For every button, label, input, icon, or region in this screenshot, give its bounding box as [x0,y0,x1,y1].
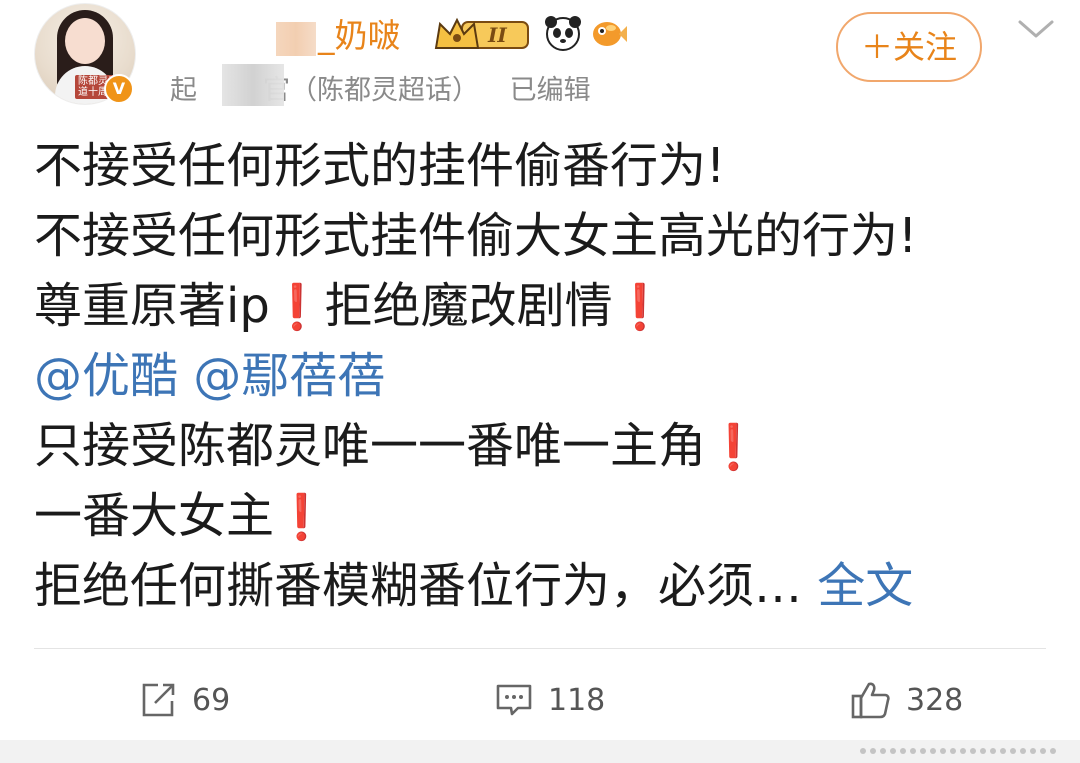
exclamation-emoji-icon: ❗ [269,282,325,333]
read-more-link[interactable]: 全文 [817,558,913,614]
verified-v-icon: V [104,74,134,104]
comment-icon [496,684,532,716]
panda-emoji-icon [545,16,581,51]
author-name[interactable]: _奶啵 [318,14,401,58]
post-line-6: 一番大女主❗ [34,481,1054,551]
post-actions: 69 118 328 [0,670,1080,730]
post-line-5: 只接受陈都灵唯一一番唯一主角❗ [34,411,1054,481]
post-text: 拒绝任何撕番模糊番位行为，必须… [34,558,803,614]
post-line-2: 不接受任何形式挂件偷大女主高光的行为! [34,201,1054,271]
like-count: 328 [906,682,964,718]
divider [34,648,1046,649]
post-body: 不接受任何形式的挂件偷番行为! 不接受任何形式挂件偷大女主高光的行为! 尊重原著… [34,131,1054,621]
post-line-1: 不接受任何形式的挂件偷番行为! [34,131,1054,201]
mention-link[interactable]: @优酷 [34,348,178,404]
scroll-indicator [860,748,1070,754]
edited-label[interactable]: 已编辑 [510,75,591,106]
author-name-redacted [276,22,316,56]
post-line-3: 尊重原著ip❗拒绝魔改剧情❗ [34,271,1054,341]
post-line-4: @优酷 @鄢蓓蓓 [34,341,1054,411]
post-text: 只接受陈都灵唯一一番唯一主角 [34,418,707,474]
post-text: 不接受任何形式的挂件偷番行为! [34,138,726,194]
like-thumb-icon [851,682,890,719]
mention-link[interactable]: @鄢蓓蓓 [193,348,385,404]
fish-emoji-icon [593,22,627,46]
post-header: 陈都灵出道十周年 V _奶啵 II 起官（陈都灵超话） 已编辑 ＋关注 [0,0,1080,118]
exclamation-emoji-icon: ❗ [274,492,329,543]
avatar-face [65,18,105,64]
post-line-7: 拒绝任何撕番模糊番位行为，必须… 全文 [34,551,1054,621]
repost-button[interactable]: 69 [138,670,230,730]
badge-level-text: II [487,23,507,47]
post-text: 不接受任何形式挂件偷大女主高光的行为! [34,208,918,264]
comment-button[interactable]: 118 [494,670,605,730]
exclamation-emoji-icon: ❗ [612,282,668,333]
repost-count: 69 [192,682,231,718]
source-redacted [222,64,284,106]
source-suffix[interactable]: 官（陈都灵超话） [263,75,479,106]
crown-level-badge-icon: II [434,17,529,49]
chevron-down-icon[interactable] [1016,16,1056,42]
post-text: 尊重原著ip [34,278,270,334]
post-text: 拒绝魔改剧情 [324,278,613,334]
repost-icon [142,683,175,717]
follow-button[interactable]: ＋关注 [836,12,982,82]
post-text: 一番大女主 [34,488,275,544]
source-prefix: 起 [170,75,197,106]
exclamation-emoji-icon: ❗ [706,422,761,473]
like-button[interactable]: 328 [850,670,963,730]
comment-count: 118 [548,682,606,718]
